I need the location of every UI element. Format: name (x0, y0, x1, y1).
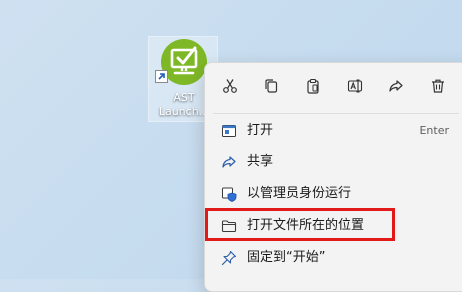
menu-item-pin-to-start-label: 固定到“开始” (247, 250, 326, 265)
menu-item-run-as-admin[interactable]: 以管理员身份运行 (209, 179, 462, 209)
shield-icon (222, 187, 237, 202)
trash-icon (432, 79, 445, 93)
menu-item-open-label: 打开 (247, 123, 274, 138)
menu-item-share[interactable]: 共享 (209, 147, 462, 177)
copy-icon (265, 79, 278, 93)
context-menu-toolbar (205, 63, 462, 109)
highlight-annotation-box (205, 208, 395, 241)
rename-button[interactable] (341, 72, 369, 100)
share-button[interactable] (382, 72, 410, 100)
context-menu: 打开 Enter 共享 以管理员身份运行 打开文件所在的位置 固定到“开始” (204, 62, 462, 292)
shortcut-arrow-icon (155, 70, 168, 83)
share-icon (222, 156, 236, 168)
share-icon (389, 80, 404, 92)
scissors-icon (222, 79, 237, 93)
menu-item-share-label: 共享 (247, 154, 274, 169)
menu-item-pin-to-start[interactable]: 固定到“开始” (209, 243, 462, 273)
delete-button[interactable] (424, 72, 452, 100)
clipboard-icon (307, 78, 319, 94)
menu-item-run-as-admin-label: 以管理员身份运行 (247, 186, 352, 201)
menu-divider (213, 113, 459, 114)
copy-button[interactable] (257, 72, 285, 100)
pin-icon (221, 250, 237, 266)
menu-item-open[interactable]: 打开 Enter (209, 116, 462, 146)
cut-button[interactable] (216, 72, 244, 100)
open-icon (222, 125, 236, 137)
menu-item-open-shortcut: Enter (419, 124, 449, 137)
paste-button[interactable] (299, 72, 327, 100)
rename-icon (347, 79, 362, 93)
